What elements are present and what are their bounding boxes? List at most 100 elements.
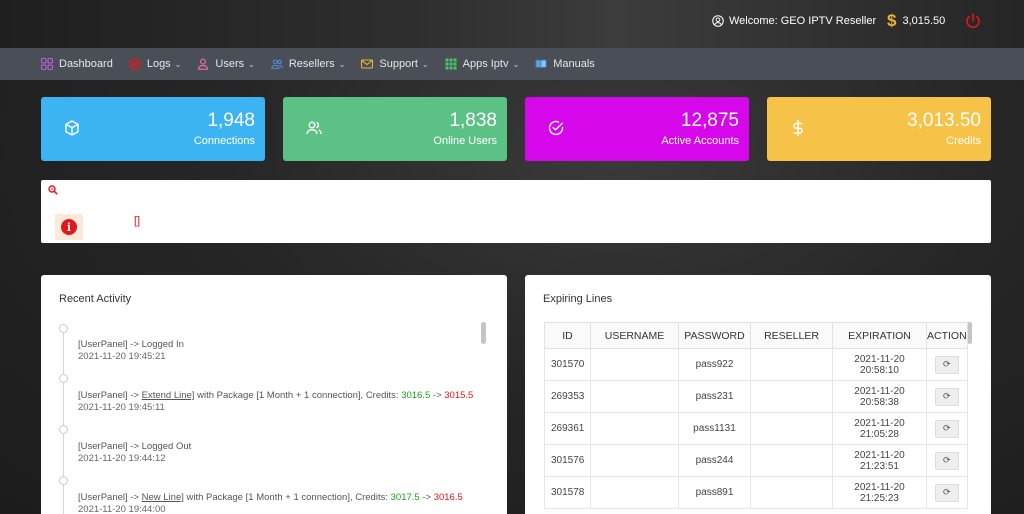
- cell-id: 269353: [544, 380, 591, 413]
- credits-from: 3017.5: [390, 492, 420, 503]
- refresh-button[interactable]: ⟳: [934, 387, 959, 406]
- activity-link[interactable]: New Line]: [142, 492, 184, 503]
- nav-item-logs[interactable]: Logs ⌄: [129, 58, 182, 70]
- welcome-text: Welcome: GEO IPTV Reseller: [729, 15, 877, 27]
- stat-card-credits[interactable]: 3,013.50 Credits: [767, 97, 991, 161]
- cell-id: 301578: [544, 476, 591, 509]
- dashboard-icon: [41, 58, 53, 70]
- cell-expiration: 2021-11-20 21:05:28: [832, 412, 927, 445]
- refresh-button[interactable]: ⟳: [934, 451, 959, 470]
- panel-title: Recent Activity: [59, 293, 132, 305]
- table-header-row: ID USERNAME PASSWORD RESELLER EXPIRATION…: [544, 322, 968, 349]
- activity-entry: [UserPanel] -> Logged Out 2021-11-20 19:…: [78, 441, 191, 465]
- table-scrollbar[interactable]: [967, 322, 972, 344]
- cell-expiration: 2021-11-20 21:25:23: [832, 476, 927, 509]
- activity-scrollbar[interactable]: [481, 322, 486, 344]
- globe-icon: [129, 58, 141, 70]
- refresh-icon: ⟳: [943, 391, 951, 401]
- panel-title: Expiring Lines: [543, 293, 613, 305]
- nav-label: Apps Iptv: [462, 58, 509, 70]
- nav-label: Dashboard: [59, 58, 113, 70]
- activity-time: 2021-11-20 19:45:21: [78, 351, 166, 362]
- cell-reseller: [750, 476, 833, 509]
- stat-value: 1,838: [449, 110, 497, 131]
- check-circle-icon: [548, 120, 564, 136]
- nav-label: Support: [379, 58, 418, 70]
- dollar-icon: [793, 119, 803, 137]
- nav-item-manuals[interactable]: Manuals: [535, 58, 595, 70]
- cell-password: pass1131: [678, 412, 751, 445]
- column-header-expiration[interactable]: EXPIRATION: [832, 322, 927, 349]
- refresh-icon: ⟳: [943, 487, 951, 497]
- activity-time: 2021-11-20 19:44:00: [78, 504, 166, 514]
- notice-panel: i []: [41, 180, 991, 243]
- timeline-line: [63, 333, 64, 514]
- cell-password: pass891: [678, 476, 751, 509]
- nav-item-users[interactable]: Users ⌄: [197, 58, 255, 70]
- cell-action: ⟳: [926, 444, 968, 477]
- notice-text: []: [134, 215, 141, 227]
- stat-card-online-users[interactable]: 1,838 Online Users: [283, 97, 507, 161]
- refresh-button[interactable]: ⟳: [934, 419, 959, 438]
- cell-username: [590, 444, 679, 477]
- cell-action: ⟳: [926, 380, 968, 413]
- activity-time: 2021-11-20 19:44:12: [78, 453, 166, 464]
- cell-username: [590, 476, 679, 509]
- cell-expiration: 2021-11-20 20:58:38: [832, 380, 927, 413]
- cell-action: ⟳: [926, 476, 968, 509]
- activity-text: [UserPanel] -> Logged Out: [78, 441, 192, 452]
- activity-link[interactable]: Extend Line]: [142, 390, 195, 401]
- stat-card-active-accounts[interactable]: 12,875 Active Accounts: [525, 97, 749, 161]
- stat-card-connections[interactable]: 1,948 Connections: [41, 97, 265, 161]
- power-icon[interactable]: [964, 12, 982, 30]
- balance-value: 3,015.50: [902, 14, 946, 27]
- column-header-username[interactable]: USERNAME: [590, 322, 679, 349]
- column-header-password[interactable]: PASSWORD: [678, 322, 751, 349]
- column-header-action[interactable]: ACTION: [926, 322, 968, 349]
- cell-id: 301570: [544, 348, 591, 381]
- activity-time: 2021-11-20 19:45:11: [78, 402, 165, 413]
- cell-action: ⟳: [926, 412, 968, 445]
- top-header: Welcome: GEO IPTV Reseller $ 3,015.50: [0, 0, 1024, 48]
- cell-expiration: 2021-11-20 20:58:10: [832, 348, 927, 381]
- refresh-button[interactable]: ⟳: [934, 483, 959, 502]
- nav-label: Manuals: [553, 58, 595, 70]
- cube-icon: [65, 120, 79, 136]
- refresh-button[interactable]: ⟳: [934, 355, 959, 374]
- credits-from: 3016.5: [401, 390, 431, 401]
- table-row: 269353 pass231 2021-11-20 20:58:38 ⟳: [544, 380, 968, 413]
- timeline-dot: [59, 324, 68, 333]
- nav-label: Users: [215, 58, 245, 70]
- welcome-user[interactable]: Welcome: GEO IPTV Reseller: [712, 15, 876, 27]
- nav-item-apps-iptv[interactable]: Apps Iptv ⌄: [445, 58, 519, 70]
- cell-username: [590, 348, 679, 381]
- column-header-reseller[interactable]: RESELLER: [750, 322, 833, 349]
- chevron-down-icon: ⌄: [421, 59, 429, 69]
- stat-label: Connections: [193, 135, 255, 147]
- table-row: 301578 pass891 2021-11-20 21:25:23 ⟳: [544, 476, 968, 509]
- cell-expiration: 2021-11-20 21:23:51: [832, 444, 927, 477]
- info-icon: i: [61, 219, 77, 235]
- zoom-icon[interactable]: [48, 185, 58, 195]
- cell-username: [590, 412, 679, 445]
- cell-password: pass244: [678, 444, 751, 477]
- timeline-dot: [59, 374, 68, 383]
- activity-text: [UserPanel] -> Logged In: [78, 339, 184, 350]
- user-icon: [198, 58, 209, 70]
- cell-id: 301576: [544, 444, 591, 477]
- dollar-icon: $: [887, 11, 897, 30]
- credits-to: 3015.5: [444, 390, 474, 401]
- cell-reseller: [750, 412, 833, 445]
- activity-entry: [UserPanel] -> New Line] with Package [1…: [78, 492, 463, 514]
- credits-to: 3016.5: [433, 492, 463, 503]
- activity-text: [UserPanel] -> New Line] with Package [1…: [78, 492, 463, 503]
- cell-id: 269361: [544, 412, 591, 445]
- nav-item-support[interactable]: Support ⌄: [361, 58, 429, 70]
- column-header-id[interactable]: ID: [544, 322, 591, 349]
- envelope-icon: [361, 59, 374, 69]
- nav-item-resellers[interactable]: Resellers ⌄: [270, 58, 345, 70]
- table-row: 301576 pass244 2021-11-20 21:23:51 ⟳: [544, 444, 968, 477]
- chevron-down-icon: ⌄: [174, 59, 182, 69]
- nav-item-dashboard[interactable]: Dashboard: [41, 58, 113, 70]
- activity-text: [UserPanel] -> Extend Line] with Package…: [78, 390, 474, 401]
